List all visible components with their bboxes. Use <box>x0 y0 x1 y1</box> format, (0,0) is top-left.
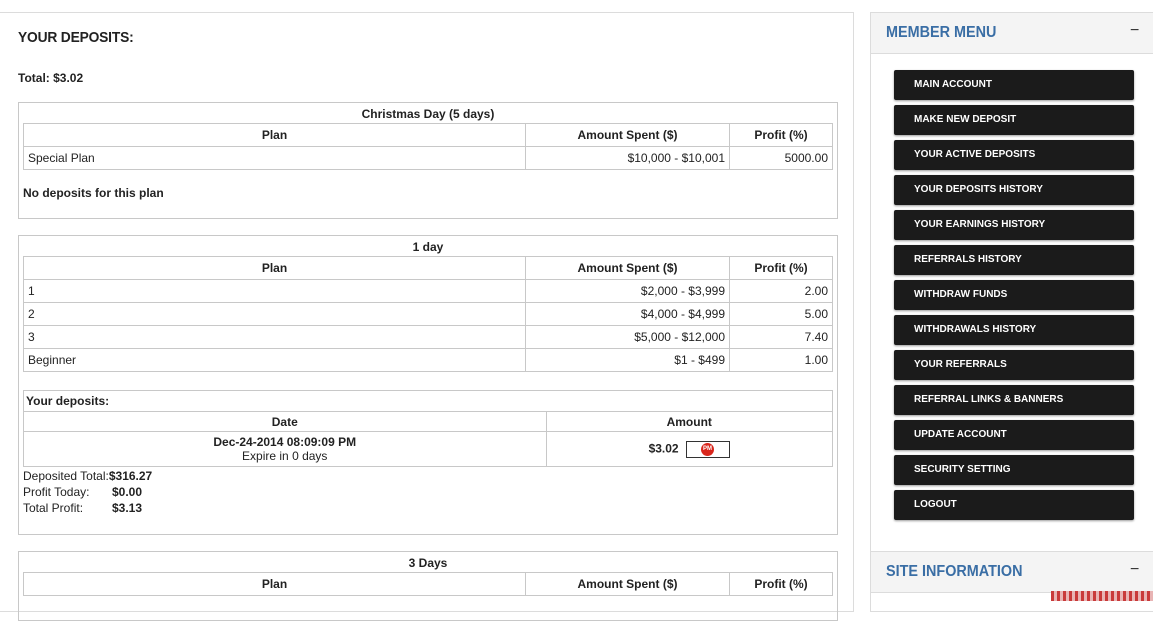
plan-title: 1 day <box>412 240 444 254</box>
column-header-profit: Profit (%) <box>729 123 833 147</box>
summary-label: Deposited Total: <box>23 469 109 483</box>
menu-item-withdrawals-history[interactable]: WITHDRAWALS HISTORY <box>894 315 1134 345</box>
column-header-amount: Amount Spent ($) <box>525 572 730 596</box>
menu-item-update-account[interactable]: UPDATE ACCOUNT <box>894 420 1134 450</box>
menu-item-active-deposits[interactable]: YOUR ACTIVE DEPOSITS <box>894 140 1134 170</box>
menu-item-referral-links[interactable]: REFERRAL LINKS & BANNERS <box>894 385 1134 415</box>
plan-title: 3 Days <box>408 556 448 570</box>
page-title: YOUR DEPOSITS: <box>18 29 134 46</box>
table-header-row: Plan Amount Spent ($) Profit (%) <box>23 256 833 280</box>
menu-item-security-setting[interactable]: SECURITY SETTING <box>894 455 1134 485</box>
menu-item-withdraw-funds[interactable]: WITHDRAW FUNDS <box>894 280 1134 310</box>
summary-value: $0.00 <box>112 485 143 499</box>
table-row: Special Plan $10,000 - $10,001 5000.00 <box>23 146 833 170</box>
deposits-panel: YOUR DEPOSITS: Total: $3.02 Christmas Da… <box>0 12 854 621</box>
column-header-profit: Profit (%) <box>729 572 833 596</box>
deposits-total: Total: $3.02 <box>18 71 84 85</box>
plan-profit: 1.00 <box>729 348 833 372</box>
payment-processor-badge: PM <box>685 440 730 458</box>
deposit-expire: Expire in 0 days <box>242 449 328 463</box>
column-header-amount: Amount Spent ($) <box>525 256 730 280</box>
collapse-icon[interactable]: − <box>1130 561 1139 579</box>
table-row: 2 $4,000 - $4,999 5.00 <box>23 302 833 326</box>
plan-profit: 2.00 <box>729 279 833 303</box>
plan-box-1-day: 1 day Plan Amount Spent ($) Profit (%) 1… <box>18 235 838 535</box>
menu-item-your-referrals[interactable]: YOUR REFERRALS <box>894 350 1134 380</box>
column-header-date: Date <box>24 411 546 432</box>
summary-label: Profit Today: <box>23 485 90 499</box>
table-row: Beginner $1 - $499 1.00 <box>23 348 833 372</box>
deposit-date-cell: Dec-24-2014 08:09:09 PM Expire in 0 days <box>24 431 546 466</box>
plan-name: Beginner <box>23 348 526 372</box>
site-information-header[interactable]: SITE INFORMATION − <box>871 552 1153 593</box>
plan-name: 3 <box>23 325 526 349</box>
plan-amount: $1 - $499 <box>525 348 730 372</box>
column-header-profit: Profit (%) <box>729 256 833 280</box>
deposit-amount: $3.02 <box>648 441 679 456</box>
column-header-amount: Amount Spent ($) <box>525 123 730 147</box>
column-header-plan: Plan <box>23 256 526 280</box>
your-deposits-box: Your deposits: Date Amount Dec-24-2014 0… <box>23 390 833 467</box>
plan-profit: 7.40 <box>729 325 833 349</box>
plan-name: Special Plan <box>23 146 526 170</box>
menu-item-logout[interactable]: LOGOUT <box>894 490 1134 520</box>
plan-box-christmas: Christmas Day (5 days) Plan Amount Spent… <box>18 102 838 219</box>
plan-amount: $5,000 - $12,000 <box>525 325 730 349</box>
table-row: Dec-24-2014 08:09:09 PM Expire in 0 days… <box>24 431 832 466</box>
summary-row: Deposited Total:$316.27 <box>23 469 833 485</box>
column-header-plan: Plan <box>23 572 526 596</box>
table-header-row: Plan Amount Spent ($) Profit (%) <box>23 572 833 596</box>
no-deposits-message: No deposits for this plan <box>23 186 164 200</box>
plan-table: Plan Amount Spent ($) Profit (%) <box>23 572 833 596</box>
summary-value: $3.13 <box>112 501 143 515</box>
plan-name: 2 <box>23 302 526 326</box>
table-row: 3 $5,000 - $12,000 7.40 <box>23 325 833 349</box>
column-header-amount: Amount <box>545 411 832 432</box>
table-header-row: Date Amount <box>24 411 832 432</box>
decorative-banner-edge <box>1051 591 1153 601</box>
plan-table: Plan Amount Spent ($) Profit (%) 1 $2,00… <box>23 256 833 372</box>
deposits-table: Date Amount Dec-24-2014 08:09:09 PM Expi… <box>24 411 832 466</box>
menu-item-referrals-history[interactable]: REFERRALS HISTORY <box>894 245 1134 275</box>
plan-amount: $10,000 - $10,001 <box>525 146 730 170</box>
table-row: 1 $2,000 - $3,999 2.00 <box>23 279 833 303</box>
plan-table: Plan Amount Spent ($) Profit (%) Special… <box>23 123 833 170</box>
column-header-plan: Plan <box>23 123 526 147</box>
menu-item-deposits-history[interactable]: YOUR DEPOSITS HISTORY <box>894 175 1134 205</box>
plan-amount: $4,000 - $4,999 <box>525 302 730 326</box>
member-menu-header[interactable]: MEMBER MENU − <box>871 13 1153 54</box>
plan-title: Christmas Day (5 days) <box>361 107 495 121</box>
plan-amount: $2,000 - $3,999 <box>525 279 730 303</box>
plan-profit: 5.00 <box>729 302 833 326</box>
deposit-date: Dec-24-2014 08:09:09 PM <box>213 435 357 449</box>
menu-item-earnings-history[interactable]: YOUR EARNINGS HISTORY <box>894 210 1134 240</box>
summary-row: Total Profit: $3.13 <box>23 501 833 517</box>
summary-value: $316.27 <box>108 469 153 483</box>
plan-name: 1 <box>23 279 526 303</box>
your-deposits-title: Your deposits: <box>26 394 110 408</box>
deposit-amount-cell: $3.02 PM <box>545 431 832 466</box>
plan-profit: 5000.00 <box>729 146 833 170</box>
perfect-money-icon: PM <box>700 442 714 456</box>
sidebar: MEMBER MENU − MAIN ACCOUNT MAKE NEW DEPO… <box>870 12 1153 612</box>
summary-label: Total Profit: <box>23 501 84 515</box>
plan-box-3-days: 3 Days Plan Amount Spent ($) Profit (%) <box>18 551 838 621</box>
summary-row: Profit Today: $0.00 <box>23 485 833 501</box>
menu-item-main-account[interactable]: MAIN ACCOUNT <box>894 70 1134 100</box>
menu-item-make-new-deposit[interactable]: MAKE NEW DEPOSIT <box>894 105 1134 135</box>
collapse-icon[interactable]: − <box>1130 22 1139 40</box>
table-header-row: Plan Amount Spent ($) Profit (%) <box>23 123 833 147</box>
deposit-summary: Deposited Total:$316.27 Profit Today: $0.… <box>19 467 837 517</box>
member-menu-title: MEMBER MENU <box>886 24 997 41</box>
site-information-title: SITE INFORMATION <box>886 563 1023 580</box>
